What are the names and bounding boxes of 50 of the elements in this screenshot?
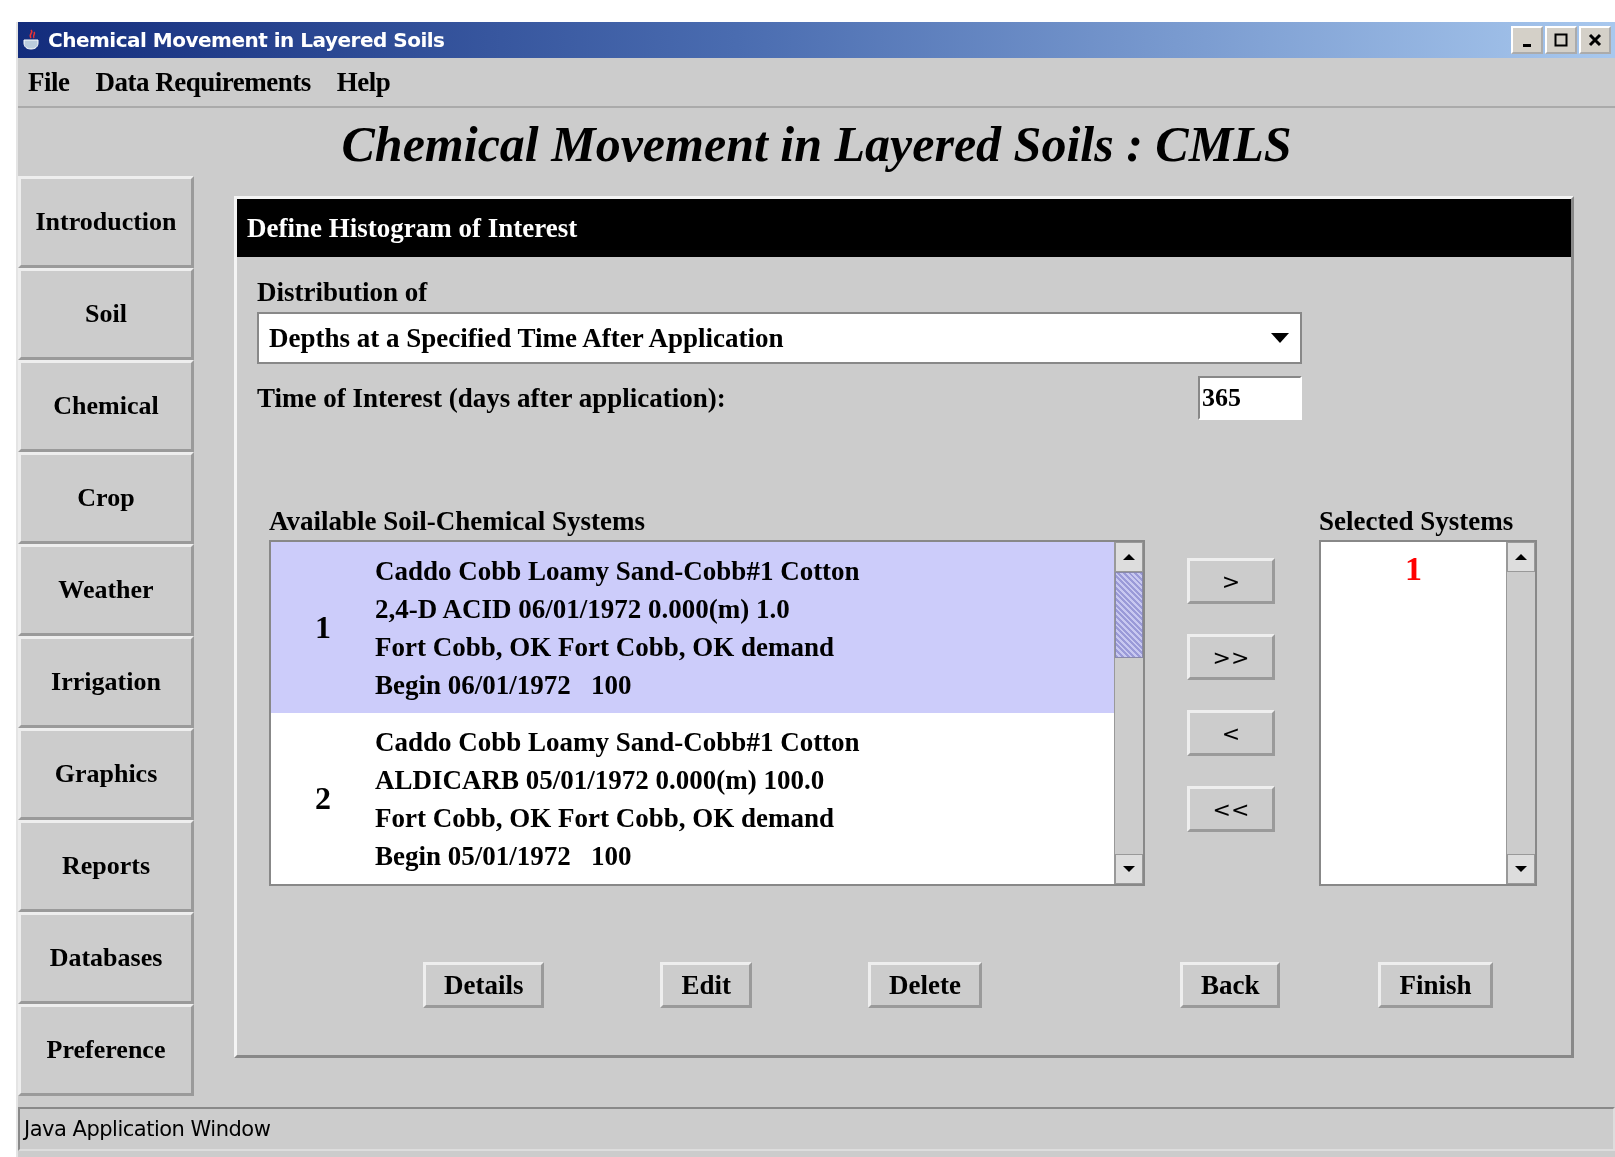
menu-item[interactable]: Help — [336, 66, 391, 98]
move-button[interactable]: > — [1187, 558, 1275, 604]
minimize-icon — [1523, 43, 1531, 47]
field-label: Distribution of — [257, 277, 429, 308]
move-button[interactable]: << — [1187, 786, 1275, 832]
sidebar-button[interactable]: Chemical — [18, 360, 194, 452]
sidebar-button[interactable]: Irrigation — [18, 636, 194, 728]
list-label: Selected Systems — [1319, 506, 1515, 538]
move-button[interactable]: < — [1187, 710, 1275, 756]
action-button[interactable]: Edit — [660, 962, 752, 1008]
close-button[interactable] — [1579, 26, 1611, 54]
minimize-button[interactable] — [1511, 26, 1543, 54]
sidebar-button[interactable]: Soil — [18, 268, 194, 360]
menu-item[interactable]: File — [28, 66, 70, 98]
time-input-field[interactable]: 365 — [1198, 376, 1302, 420]
sidebar-button[interactable]: Databases — [18, 912, 194, 1004]
panel-title: Define Histogram of Interest — [237, 199, 1571, 257]
dropdown-arrow-icon — [1270, 332, 1290, 344]
action-button[interactable]: Back — [1179, 962, 1281, 1008]
move-button[interactable]: >> — [1187, 634, 1275, 680]
sidebar-button[interactable]: Graphics — [18, 728, 194, 820]
maximize-button[interactable] — [1545, 26, 1577, 54]
scrollbar-thumb[interactable] — [1115, 572, 1143, 658]
sidebar-button[interactable]: Crop — [18, 452, 194, 544]
list-label: Available Soil-Chemical Systems — [269, 506, 646, 538]
up-arrow-icon — [1514, 553, 1528, 561]
action-button[interactable]: Delete — [868, 962, 982, 1008]
action-button[interactable]: Details — [423, 962, 545, 1008]
selected-system-item[interactable]: 1 — [1405, 550, 1422, 588]
close-icon — [1588, 33, 1602, 47]
menu-item[interactable]: Data Requirements — [95, 66, 311, 98]
app-heading: Chemical Movement in Layered Soils : CMLS — [340, 115, 1293, 174]
sidebar-button[interactable]: Preference — [18, 1004, 194, 1096]
field-label: Time of Interest (days after application): — [257, 382, 726, 414]
system-list-item[interactable]: 1 Caddo Cobb Loamy Sand-Cobb#1 Cotton 2,4-D ACID 06/01/1972 0.000(m) 1.0 Fort Cobb, OK Fort Cobb, OK demand Begin 06/01/1972 100 — [271, 542, 1114, 713]
sidebar-button[interactable]: Weather — [18, 544, 194, 636]
scrollbar[interactable] — [1114, 542, 1143, 884]
down-arrow-icon — [1514, 865, 1528, 873]
scrollbar[interactable] — [1506, 542, 1535, 884]
maximize-icon — [1554, 33, 1568, 47]
up-arrow-icon — [1122, 553, 1136, 561]
system-list-item[interactable]: 2 Caddo Cobb Loamy Sand-Cobb#1 Cotton ALDICARB 05/01/1972 0.000(m) 100.0 Fort Cobb, OK Fort Cobb, OK demand Begin 05/01/1972 100 — [271, 713, 1114, 884]
window-title: Chemical Movement in Layered Soils — [48, 28, 445, 52]
action-button[interactable]: Finish — [1378, 962, 1493, 1008]
sidebar-button[interactable]: Reports — [18, 820, 194, 912]
cup-icon — [22, 29, 42, 51]
distribution-dropdown[interactable]: Depths at a Specified Time After Application — [257, 312, 1302, 364]
down-arrow-icon — [1122, 865, 1136, 873]
status-bar: Java Application Window — [18, 1107, 1615, 1151]
sidebar-button[interactable]: Introduction — [18, 176, 194, 268]
